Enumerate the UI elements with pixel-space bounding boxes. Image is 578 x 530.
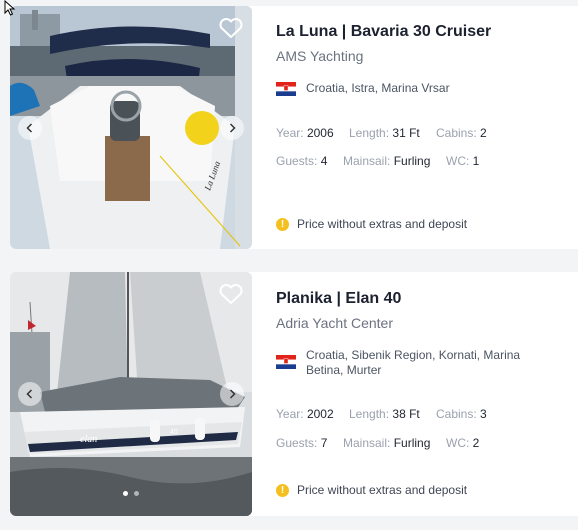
spec-year: Year: 2002	[276, 407, 334, 421]
spec-guests: Guests: 4	[276, 154, 328, 168]
info-warning-icon: !	[276, 483, 289, 497]
yacht-photo: elan 40	[10, 272, 252, 516]
spec-mainsail: Mainsail: Furling	[343, 436, 431, 450]
location-text: Croatia, Sibenik Region, Kornati, Marina…	[306, 348, 521, 377]
price-note-text: Price without extras and deposit	[297, 217, 468, 231]
favorite-heart-icon[interactable]	[218, 16, 244, 40]
spec-cabins: Cabins: 3	[436, 407, 487, 421]
listing-company: AMS Yachting	[276, 48, 364, 64]
photo-pagination-dots	[10, 491, 252, 496]
listing-title[interactable]: Planika | Elan 40	[276, 290, 401, 308]
price-note: ! Price without extras and deposit	[276, 217, 467, 231]
hull-model-text: 40	[170, 429, 178, 436]
next-photo-button[interactable]	[220, 115, 244, 140]
hull-brand-text: elan	[80, 434, 97, 445]
chevron-right-icon	[229, 389, 236, 399]
previous-photo-button[interactable]	[18, 115, 42, 140]
spec-length: Length: 38 Ft	[349, 407, 420, 421]
croatia-flag-icon	[276, 82, 296, 96]
info-warning-icon: !	[276, 217, 289, 231]
chevron-right-icon	[229, 122, 236, 133]
spec-wc: WC: 1	[446, 154, 480, 168]
mouse-cursor-icon	[4, 0, 16, 16]
favorite-heart-icon[interactable]	[218, 282, 244, 306]
chevron-left-icon	[26, 122, 33, 133]
spec-wc: WC: 2	[446, 436, 480, 450]
previous-photo-button[interactable]	[18, 382, 42, 406]
spec-length: Length: 31 Ft	[349, 126, 420, 140]
listing-card[interactable]: elan 40 Planika | Elan 40 Adria Yacht Ce…	[10, 272, 578, 516]
photo-dot[interactable]	[123, 491, 128, 496]
listing-company: Adria Yacht Center	[276, 315, 393, 331]
price-note: ! Price without extras and deposit	[276, 483, 467, 497]
spec-cabins: Cabins: 2	[436, 126, 487, 140]
listing-info: La Luna | Bavaria 30 Cruiser AMS Yachtin…	[276, 6, 578, 249]
listing-photo[interactable]: elan 40	[10, 272, 252, 516]
yacht-photo: La Luna	[10, 6, 252, 249]
listing-card[interactable]: La Luna La Luna | Bavaria 30 Cruiser AMS…	[10, 6, 578, 249]
spec-guests: Guests: 7	[276, 436, 328, 450]
listing-location: Croatia, Istra, Marina Vrsar	[276, 81, 536, 96]
listing-info: Planika | Elan 40 Adria Yacht Center Cro…	[276, 272, 578, 516]
listing-photo[interactable]: La Luna	[10, 6, 252, 249]
listing-title[interactable]: La Luna | Bavaria 30 Cruiser	[276, 23, 491, 41]
listing-location: Croatia, Sibenik Region, Kornati, Marina…	[276, 348, 536, 378]
photo-dot[interactable]	[134, 491, 139, 496]
chevron-left-icon	[26, 389, 33, 399]
location-text: Croatia, Istra, Marina Vrsar	[306, 81, 450, 95]
price-note-text: Price without extras and deposit	[297, 483, 468, 497]
next-photo-button[interactable]	[220, 382, 244, 406]
spec-mainsail: Mainsail: Furling	[343, 154, 431, 168]
croatia-flag-icon	[276, 355, 296, 369]
spec-year: Year: 2006	[276, 126, 334, 140]
